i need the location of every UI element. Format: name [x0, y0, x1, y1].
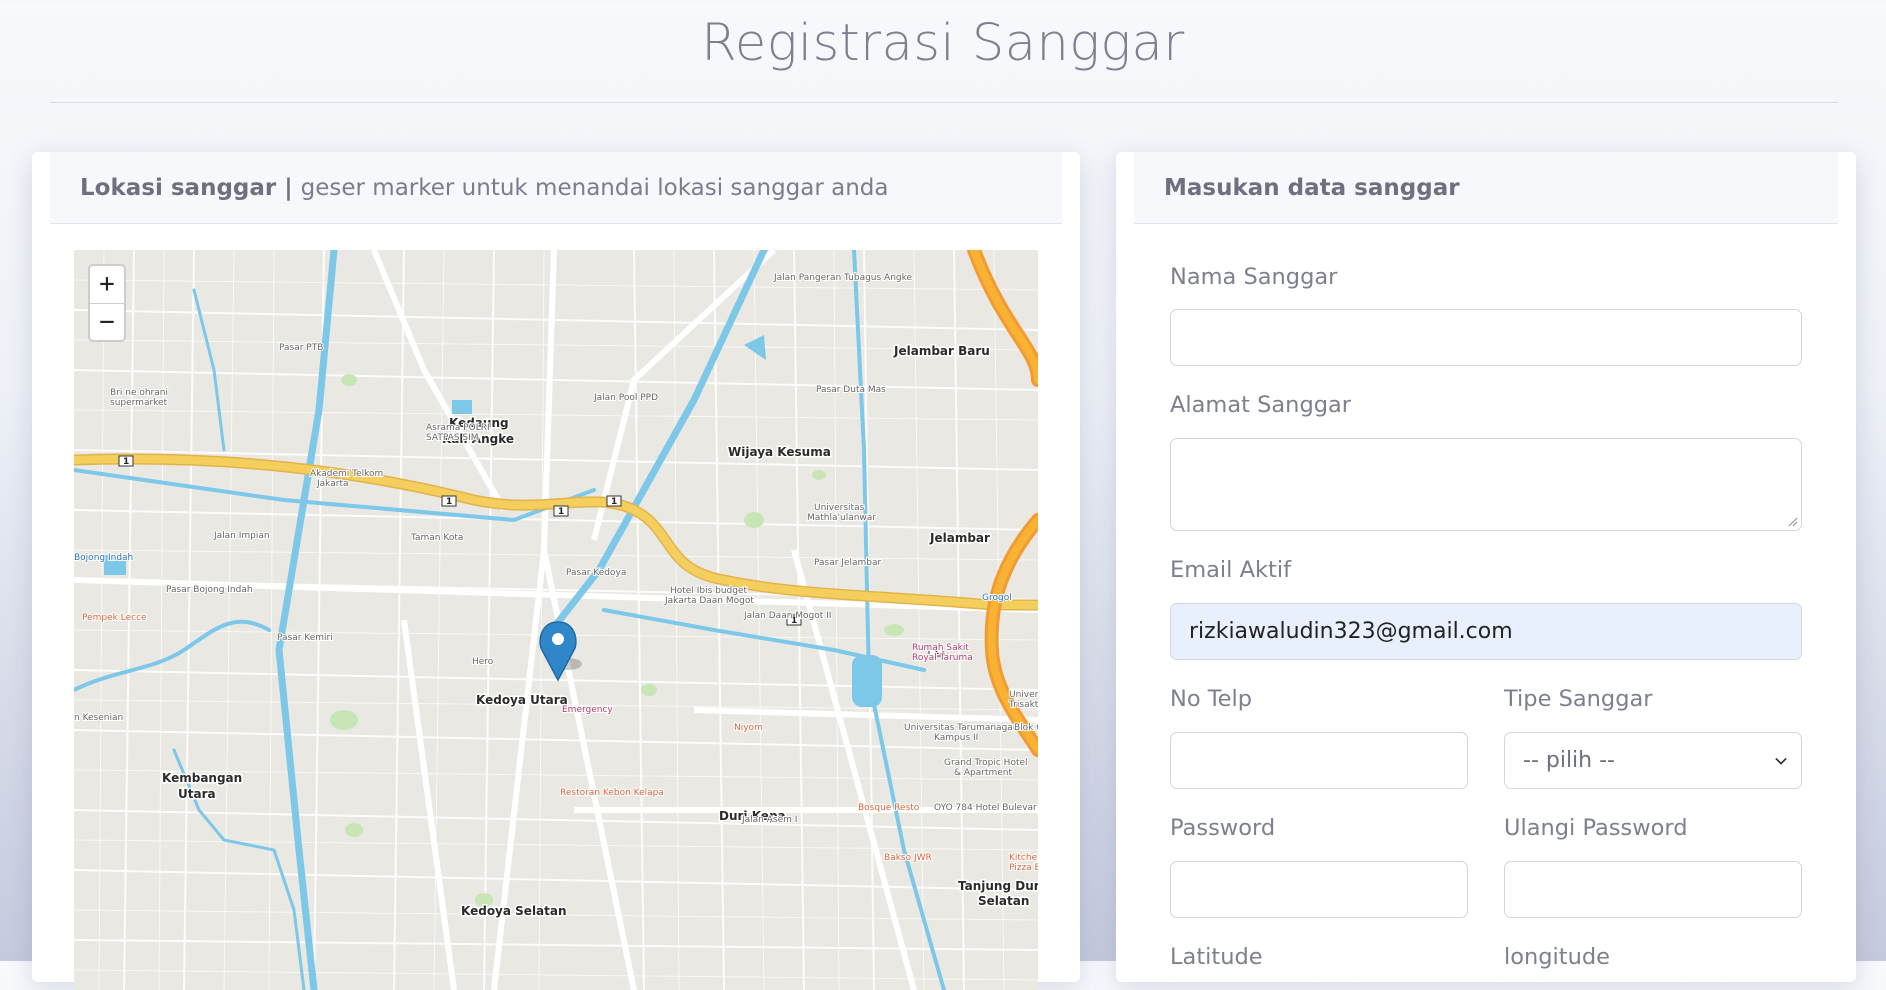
- map-poi: Asrama POLRI: [426, 423, 490, 433]
- route-shield: 1: [558, 507, 564, 517]
- location-map[interactable]: 1 1 1 1 1 1 Jelambar Baru Kedaung Kali A…: [74, 250, 1038, 990]
- zoom-in-button[interactable]: +: [90, 266, 124, 304]
- form-header-title: Masukan data sanggar: [1164, 175, 1460, 201]
- map-poi: Akademi Telkom: [310, 469, 383, 479]
- no-telp-input[interactable]: [1170, 732, 1468, 789]
- map-transit: Grogol: [982, 593, 1012, 603]
- map-poi: Grand Tropic Hotel: [944, 758, 1028, 768]
- map-poi: Jalan Pool PPD: [593, 393, 658, 403]
- no-telp-label: No Telp: [1170, 686, 1253, 712]
- map-poi: & Apartment: [954, 768, 1013, 778]
- map-food: Pempek Lecce: [82, 613, 147, 623]
- map-label: Jelambar Baru: [893, 344, 990, 358]
- page-title: Registrasi Sanggar: [701, 14, 1185, 73]
- map-poi: Hotel Ibis budget: [670, 586, 747, 596]
- alamat-sanggar-textarea[interactable]: [1170, 438, 1802, 531]
- password-input[interactable]: [1170, 861, 1468, 918]
- map-card-header: Lokasi sanggar | geser marker untuk mena…: [50, 152, 1062, 224]
- tipe-sanggar-selected: -- pilih --: [1523, 748, 1615, 773]
- password-label: Password: [1170, 815, 1276, 841]
- map-poi: Mathla'ulanwar: [807, 513, 876, 523]
- map-food: Niyom: [734, 723, 763, 733]
- map-poi: Universitas: [814, 503, 865, 513]
- alamat-sanggar-label: Alamat Sanggar: [1170, 392, 1352, 418]
- tipe-sanggar-select[interactable]: -- pilih --: [1504, 732, 1802, 789]
- map-label: Kembangan: [162, 771, 242, 785]
- map-label: Tanjung Duren: [958, 879, 1038, 893]
- nama-sanggar-label: Nama Sanggar: [1170, 264, 1338, 290]
- map-label: Selatan: [978, 894, 1029, 908]
- chevron-down-icon: [1775, 757, 1787, 765]
- map-tiles[interactable]: 1 1 1 1 1 1 Jelambar Baru Kedaung Kali A…: [74, 250, 1038, 990]
- map-label: Wijaya Kesuma: [728, 445, 831, 459]
- map-poi: Taman Kota: [410, 533, 463, 543]
- map-food: Pizza E: [1009, 863, 1038, 873]
- map-poi: Pasar Bojong Indah: [166, 585, 253, 595]
- longitude-label: longitude: [1504, 944, 1611, 970]
- map-poi: Pasar Kedoya: [566, 568, 626, 578]
- ulangi-password-label: Ulangi Password: [1504, 815, 1688, 841]
- map-poi: Jalan Asem I: [741, 815, 797, 825]
- map-poi: Jakarta Daan Mogot: [664, 596, 754, 606]
- form-card: Masukan data sanggar Nama Sanggar Alamat…: [1116, 152, 1856, 982]
- map-poi: supermarket: [110, 398, 168, 408]
- map-poi: Pasar Kemiri: [277, 633, 333, 643]
- map-card: Lokasi sanggar | geser marker untuk mena…: [32, 152, 1080, 990]
- route-shield: 1: [611, 497, 617, 507]
- map-poi: Universitas Tarumanagara: [904, 723, 1022, 733]
- map-poi: Blok C: [1014, 723, 1038, 733]
- map-poi: Bri ne ohrani: [110, 388, 168, 398]
- map-poi: OYO 784 Hotel Bulevar: [934, 803, 1037, 813]
- map-hospital: Emergency: [562, 705, 613, 715]
- route-shield: 1: [446, 497, 452, 507]
- map-poi: Hero: [472, 657, 494, 667]
- ulangi-password-input[interactable]: [1504, 861, 1802, 918]
- map-poi: n Kesenian: [74, 713, 123, 723]
- map-poi: Universi: [1009, 690, 1038, 700]
- map-poi: Jalan Daan Mogot II: [743, 611, 831, 621]
- map-poi: Jalan Impian: [213, 531, 270, 541]
- map-food: Bosque Resto: [858, 803, 920, 813]
- map-food: Restoran Kebon Kelapa: [560, 788, 664, 798]
- title-divider: [50, 102, 1838, 103]
- email-aktif-input[interactable]: [1170, 603, 1802, 660]
- map-hospital: Royal Taruma: [912, 653, 973, 663]
- email-aktif-label: Email Aktif: [1170, 557, 1291, 583]
- nama-sanggar-input[interactable]: [1170, 309, 1802, 366]
- map-poi: SATPAS SIM: [426, 433, 479, 443]
- route-shield: 1: [123, 457, 129, 467]
- tipe-sanggar-label: Tipe Sanggar: [1504, 686, 1653, 712]
- map-poi: Jakarta: [316, 479, 348, 489]
- map-label: Kedoya Selatan: [461, 904, 567, 918]
- map-poi: Kampus II: [934, 733, 978, 743]
- map-poi: Pasar PTB: [279, 343, 323, 353]
- map-poi: Pasar Jelambar: [814, 558, 882, 568]
- map-hospital: Rumah Sakit: [912, 643, 969, 653]
- latitude-label: Latitude: [1170, 944, 1263, 970]
- resize-handle-icon[interactable]: [1788, 517, 1798, 527]
- map-label: Jelambar: [929, 531, 990, 545]
- form-card-header: Masukan data sanggar: [1134, 152, 1838, 224]
- map-zoom-control: + −: [88, 264, 126, 342]
- map-poi: Trisakti Kam: [1008, 700, 1038, 710]
- zoom-out-button[interactable]: −: [90, 304, 124, 341]
- map-poi: Jalan Pangeran Tubagus Angke: [773, 273, 913, 283]
- map-label: Kedoya Utara: [476, 693, 568, 707]
- map-food: Bakso JWR: [884, 853, 932, 863]
- map-header-hint: geser marker untuk menandai lokasi sangg…: [300, 175, 889, 201]
- map-label: Utara: [178, 787, 216, 801]
- map-transit: Bojong Indah: [74, 553, 133, 563]
- map-poi: Pasar Duta Mas: [816, 385, 886, 395]
- map-header-separator: |: [276, 175, 301, 201]
- map-food: Kitchen: [1009, 853, 1038, 863]
- map-header-title: Lokasi sanggar: [80, 175, 277, 201]
